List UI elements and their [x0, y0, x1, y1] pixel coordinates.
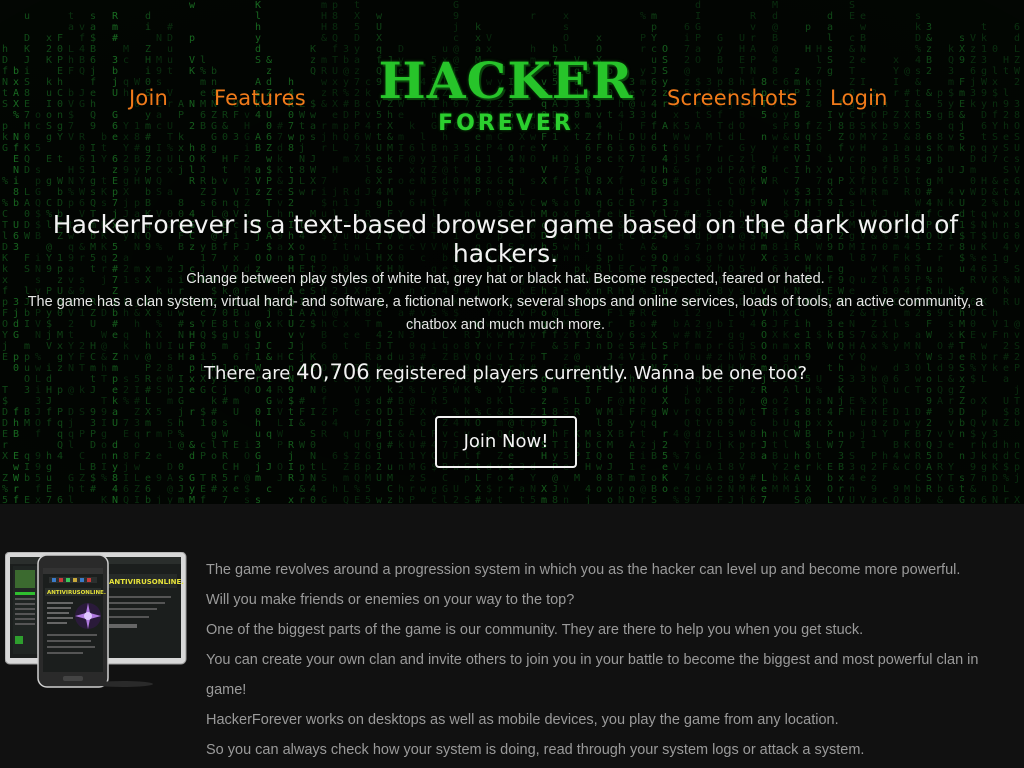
feature-text-list: The game revolves around a progression s… [206, 555, 1012, 765]
logo-hacker-text: HACKER [378, 51, 634, 110]
feature-line: You can create your own clan and invite … [206, 652, 979, 698]
join-now-button[interactable]: Join Now! [435, 416, 577, 468]
feature-line: So you can always check how your system … [206, 742, 865, 758]
feature-line: The game revolves around a progression s… [206, 562, 961, 578]
hero-headline: HackerForever is a text-based browser ga… [52, 210, 959, 268]
features-section: ANTIVIRUSONLINE. ANTIVIRUSONLINE. The ga… [0, 504, 1024, 768]
nav-screenshots-link[interactable]: Screenshots [667, 86, 798, 110]
logo-forever-text: FOREVER [438, 111, 574, 136]
feature-line: One of the biggest parts of the game is … [206, 622, 864, 638]
devices-image: ANTIVIRUSONLINE. ANTIVIRUSONLINE. [4, 551, 187, 692]
nav-join-link[interactable]: Join [129, 86, 168, 110]
feature-line: HackerForever works on desktops as well … [206, 712, 839, 728]
site-logo[interactable]: HACKER FOREVER [364, 52, 648, 148]
hero-description-line: The game has a clan system, virtual hard… [27, 294, 984, 333]
device-screen-logo: ANTIVIRUSONLINE. [109, 578, 184, 586]
player-count-suffix: registered players currently. Wanna be o… [369, 363, 808, 384]
nav-login-link[interactable]: Login [830, 86, 888, 110]
player-count-prefix: There are [203, 363, 297, 384]
hero-description-line: Change between play styles of white hat,… [186, 271, 825, 287]
device-phone-logo: ANTIVIRUSONLINE. [47, 590, 106, 596]
nav-features-link[interactable]: Features [214, 86, 306, 110]
player-count-number: 40,706 [296, 360, 370, 384]
player-count-line: There are 40,706 registered players curr… [0, 360, 1011, 384]
hero-description: Change between play styles of white hat,… [14, 268, 997, 337]
feature-line: Will you make friends or enemies on your… [206, 592, 575, 608]
hero-section: h D f N t S p k G % % C T l D K k x f p … [0, 0, 1024, 504]
